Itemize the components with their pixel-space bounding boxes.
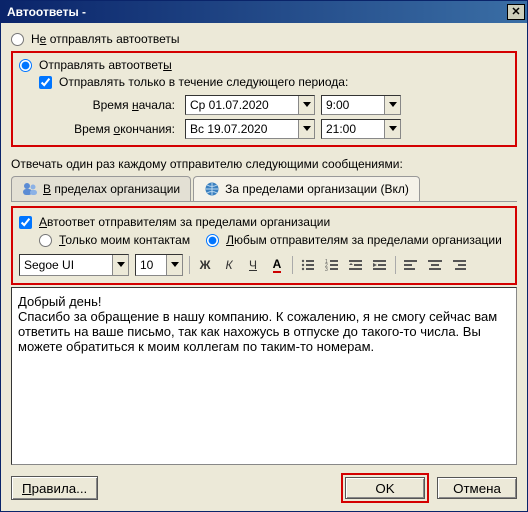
font-name-input[interactable] (20, 255, 112, 275)
start-date-combo[interactable] (185, 95, 315, 115)
check-period[interactable] (39, 76, 52, 89)
separator (189, 256, 190, 274)
chevron-down-icon[interactable] (384, 120, 400, 138)
reply-once-label: Отвечать один раз каждому отправителю сл… (11, 157, 517, 171)
indent-icon[interactable] (371, 256, 389, 274)
message-editor[interactable]: Добрый день! Спасибо за обращение в нашу… (11, 287, 517, 465)
end-time-combo[interactable] (321, 119, 401, 139)
radio-no-send-row[interactable]: Не Не отправлять автоответыотправлять ав… (11, 32, 517, 46)
separator (395, 256, 396, 274)
outside-panel-highlight: Автоответ отправителям за пределами орга… (11, 206, 517, 285)
tab-content-border (11, 201, 517, 202)
font-size-input[interactable] (136, 255, 166, 275)
end-date-combo[interactable] (185, 119, 315, 139)
radio-only-contacts-label: Только моим контактам (59, 233, 190, 247)
font-name-combo[interactable] (19, 254, 129, 276)
chevron-down-icon[interactable] (166, 255, 182, 275)
radio-send-row[interactable]: Отправлять автоответы (19, 58, 509, 72)
radio-any-sender-label: Любым отправителям за пределами организа… (226, 233, 502, 247)
chevron-down-icon[interactable] (298, 96, 314, 114)
tab-outside-label: За пределами организации (Вкл) (225, 182, 409, 196)
radio-any-sender[interactable] (206, 234, 219, 247)
numbering-icon[interactable]: 123 (323, 256, 341, 274)
radio-no-send-label: Не Не отправлять автоответыотправлять ав… (31, 32, 180, 46)
ok-highlight: OK (341, 473, 429, 503)
end-date-input[interactable] (186, 120, 298, 138)
titlebar: Автоответы - ✕ (1, 1, 527, 23)
check-outside-row[interactable]: Автоответ отправителям за пределами орга… (19, 215, 509, 229)
dialog-buttons: Правила... OK Отмена (11, 465, 517, 503)
check-period-label: Отправлять только в течение следующего п… (59, 75, 348, 89)
underline-button[interactable]: Ч (244, 256, 262, 274)
tab-inside-org[interactable]: В пределах организации (11, 176, 191, 201)
font-size-combo[interactable] (135, 254, 183, 276)
rules-button[interactable]: Правила... (11, 476, 98, 500)
chevron-down-icon[interactable] (298, 120, 314, 138)
cancel-button[interactable]: Отмена (437, 477, 517, 499)
radio-send[interactable] (19, 59, 32, 72)
align-center-icon[interactable] (426, 256, 444, 274)
ok-button[interactable]: OK (345, 477, 425, 499)
end-time-input[interactable] (322, 120, 384, 138)
check-auto-reply-outside-label: Автоответ отправителям за пределами орга… (39, 215, 330, 229)
end-label: Время окончания: (59, 122, 179, 136)
chevron-down-icon[interactable] (112, 255, 128, 275)
check-period-row[interactable]: Отправлять только в течение следующего п… (39, 75, 509, 89)
start-time-input[interactable] (322, 96, 384, 114)
start-label: Время начала: (59, 98, 179, 112)
font-color-button[interactable]: A (268, 256, 286, 274)
align-right-icon[interactable] (450, 256, 468, 274)
globe-icon (204, 181, 220, 197)
tabs: В пределах организации За пределами орга… (11, 176, 517, 201)
send-settings-highlight: Отправлять автоответы Отправлять только … (11, 51, 517, 147)
period-grid: Время начала: Время окончания: (59, 95, 509, 139)
bullets-icon[interactable] (299, 256, 317, 274)
start-date-input[interactable] (186, 96, 298, 114)
tab-inside-label: В пределах организации (43, 182, 180, 196)
window-title: Автоответы - (7, 5, 507, 19)
align-left-icon[interactable] (402, 256, 420, 274)
separator (292, 256, 293, 274)
check-auto-reply-outside[interactable] (19, 216, 32, 229)
close-button[interactable]: ✕ (507, 4, 525, 20)
outdent-icon[interactable] (347, 256, 365, 274)
radio-send-label: Отправлять автоответы (39, 58, 172, 72)
outside-radio-row: Только моим контактам Любым отправителям… (39, 233, 509, 247)
tab-outside-org[interactable]: За пределами организации (Вкл) (193, 176, 420, 201)
svg-text:3: 3 (325, 267, 328, 272)
radio-no-send[interactable] (11, 33, 24, 46)
italic-button[interactable]: К (220, 256, 238, 274)
people-icon (22, 181, 38, 197)
bold-button[interactable]: Ж (196, 256, 214, 274)
editor-toolbar: Ж К Ч A 123 (19, 253, 509, 277)
autoreply-dialog: Автоответы - ✕ Не Не отправлять автоотве… (0, 0, 528, 512)
chevron-down-icon[interactable] (384, 96, 400, 114)
start-time-combo[interactable] (321, 95, 401, 115)
radio-only-contacts[interactable] (39, 234, 52, 247)
